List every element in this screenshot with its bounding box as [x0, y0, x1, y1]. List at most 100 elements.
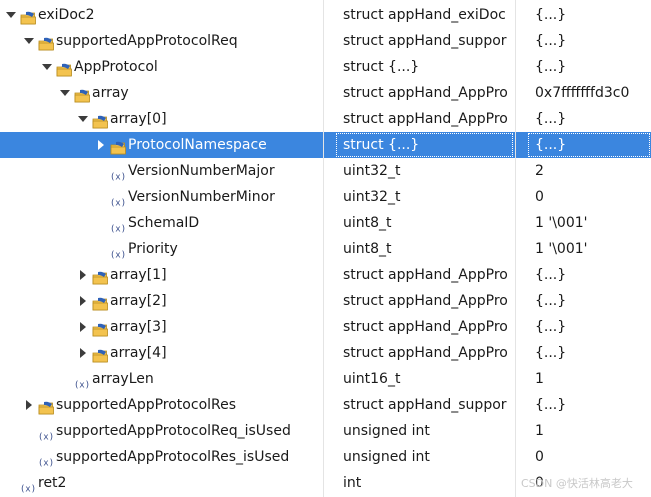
- tree-row[interactable]: (x) Priority uint8_t 1 '\001': [0, 236, 651, 262]
- svg-text:(x): (x): [110, 199, 126, 209]
- svg-text:(x): (x): [20, 485, 36, 495]
- variable-name: AppProtocol: [74, 59, 158, 75]
- name-cell[interactable]: (x) supportedAppProtocolRes_isUsed: [0, 444, 322, 470]
- variable-icon: (x): [110, 165, 126, 183]
- value-cell[interactable]: 1: [527, 418, 651, 444]
- type-cell: struct appHand_AppPro: [343, 267, 508, 283]
- chevron-down-icon[interactable]: [40, 54, 54, 80]
- type-cell: uint8_t: [343, 215, 392, 231]
- name-cell[interactable]: supportedAppProtocolRes: [0, 392, 322, 418]
- value-cell[interactable]: 2: [527, 158, 651, 184]
- variable-icon: (x): [110, 243, 126, 261]
- type-cell: struct {...}: [343, 59, 420, 75]
- struct-icon: [20, 8, 36, 25]
- svg-text:(x): (x): [110, 225, 126, 235]
- column-divider-type-value[interactable]: [515, 0, 516, 497]
- value-cell[interactable]: {...}: [527, 392, 651, 418]
- type-cell: struct appHand_AppPro: [343, 111, 508, 127]
- chevron-right-icon[interactable]: [76, 314, 90, 340]
- name-cell[interactable]: array[2]: [0, 288, 322, 314]
- value-cell[interactable]: 1: [527, 366, 651, 392]
- type-cell: struct {...}: [335, 132, 514, 158]
- value-cell[interactable]: {...}: [527, 28, 651, 54]
- value-cell[interactable]: {...}: [527, 288, 651, 314]
- chevron-down-icon[interactable]: [4, 2, 18, 28]
- tree-row[interactable]: array[4] struct appHand_AppPro {...}: [0, 340, 651, 366]
- type-cell: struct appHand_exiDoc: [343, 7, 506, 23]
- value-cell[interactable]: 0x7fffffffd3c0: [527, 80, 651, 106]
- type-cell: struct appHand_AppPro: [343, 85, 508, 101]
- value-cell[interactable]: 0: [527, 444, 651, 470]
- tree-row[interactable]: array[2] struct appHand_AppPro {...}: [0, 288, 651, 314]
- struct-icon: [92, 346, 108, 363]
- name-cell[interactable]: array[4]: [0, 340, 322, 366]
- tree-row[interactable]: ProtocolNamespace struct {...} {...}: [0, 132, 651, 158]
- name-cell[interactable]: supportedAppProtocolReq: [0, 28, 322, 54]
- name-cell[interactable]: (x) ret2: [0, 470, 322, 496]
- value-cell[interactable]: {...}: [527, 262, 651, 288]
- tree-row[interactable]: AppProtocol struct {...} {...}: [0, 54, 651, 80]
- struct-icon: [38, 34, 54, 51]
- variable-icon: (x): [110, 191, 126, 209]
- tree-row[interactable]: exiDoc2 struct appHand_exiDoc {...}: [0, 2, 651, 28]
- column-divider-name-type[interactable]: [323, 0, 324, 497]
- tree-row[interactable]: (x) supportedAppProtocolRes_isUsed unsigne…: [0, 444, 651, 470]
- tree-row[interactable]: (x) VersionNumberMajor uint32_t 2: [0, 158, 651, 184]
- name-cell[interactable]: (x) supportedAppProtocolReq_isUsed: [0, 418, 322, 444]
- variable-icon: (x): [20, 477, 36, 495]
- name-cell[interactable]: exiDoc2: [0, 2, 322, 28]
- watermark: CSDN @快活林高老大: [521, 477, 633, 490]
- tree-row[interactable]: array[1] struct appHand_AppPro {...}: [0, 262, 651, 288]
- name-cell[interactable]: AppProtocol: [0, 54, 322, 80]
- variable-icon: (x): [74, 373, 90, 391]
- variable-name: array[3]: [110, 319, 167, 335]
- value-cell[interactable]: 1 '\001': [527, 236, 651, 262]
- variable-name: supportedAppProtocolReq_isUsed: [56, 423, 291, 439]
- name-cell[interactable]: ProtocolNamespace: [0, 132, 322, 158]
- variable-name: array: [92, 85, 129, 101]
- value-cell[interactable]: {...}: [527, 54, 651, 80]
- value-cell[interactable]: {...}: [527, 2, 651, 28]
- type-cell: struct appHand_suppor: [343, 33, 507, 49]
- type-cell: uint32_t: [343, 163, 401, 179]
- tree-row[interactable]: supportedAppProtocolReq struct appHand_su…: [0, 28, 651, 54]
- tree-row[interactable]: array[3] struct appHand_AppPro {...}: [0, 314, 651, 340]
- value-cell[interactable]: {...}: [527, 132, 651, 158]
- chevron-right-icon[interactable]: [76, 340, 90, 366]
- name-cell[interactable]: array: [0, 80, 322, 106]
- chevron-down-icon[interactable]: [76, 106, 90, 132]
- chevron-right-icon[interactable]: [94, 132, 108, 158]
- struct-icon: [38, 398, 54, 415]
- chevron-right-icon[interactable]: [76, 262, 90, 288]
- chevron-right-icon[interactable]: [22, 392, 36, 418]
- variable-name: VersionNumberMajor: [128, 163, 275, 179]
- tree-row[interactable]: (x) supportedAppProtocolReq_isUsed unsigne…: [0, 418, 651, 444]
- variable-name: ProtocolNamespace: [128, 137, 267, 153]
- type-cell: uint8_t: [343, 241, 392, 257]
- name-cell[interactable]: (x) Priority: [0, 236, 322, 262]
- tree-row[interactable]: array[0] struct appHand_AppPro {...}: [0, 106, 651, 132]
- name-cell[interactable]: array[1]: [0, 262, 322, 288]
- value-cell[interactable]: 1 '\001': [527, 210, 651, 236]
- name-cell[interactable]: (x) VersionNumberMajor: [0, 158, 322, 184]
- tree-row[interactable]: (x) arrayLen uint16_t 1: [0, 366, 651, 392]
- chevron-right-icon[interactable]: [76, 288, 90, 314]
- name-cell[interactable]: (x) arrayLen: [0, 366, 322, 392]
- tree-row[interactable]: (x) VersionNumberMinor uint32_t 0: [0, 184, 651, 210]
- name-cell[interactable]: array[3]: [0, 314, 322, 340]
- chevron-down-icon[interactable]: [22, 28, 36, 54]
- struct-icon: [92, 320, 108, 337]
- chevron-down-icon[interactable]: [58, 80, 72, 106]
- variables-tree: exiDoc2 struct appHand_exiDoc {...} support…: [0, 2, 651, 496]
- name-cell[interactable]: (x) SchemaID: [0, 210, 322, 236]
- value-cell[interactable]: {...}: [527, 314, 651, 340]
- tree-row[interactable]: supportedAppProtocolRes struct appHand_su…: [0, 392, 651, 418]
- tree-row[interactable]: (x) SchemaID uint8_t 1 '\001': [0, 210, 651, 236]
- value-cell[interactable]: {...}: [527, 340, 651, 366]
- value-cell[interactable]: {...}: [527, 106, 651, 132]
- tree-row[interactable]: array struct appHand_AppPro 0x7fffffffd3c0: [0, 80, 651, 106]
- value-cell[interactable]: 0: [527, 184, 651, 210]
- name-cell[interactable]: array[0]: [0, 106, 322, 132]
- name-cell[interactable]: (x) VersionNumberMinor: [0, 184, 322, 210]
- variable-icon: (x): [38, 425, 54, 443]
